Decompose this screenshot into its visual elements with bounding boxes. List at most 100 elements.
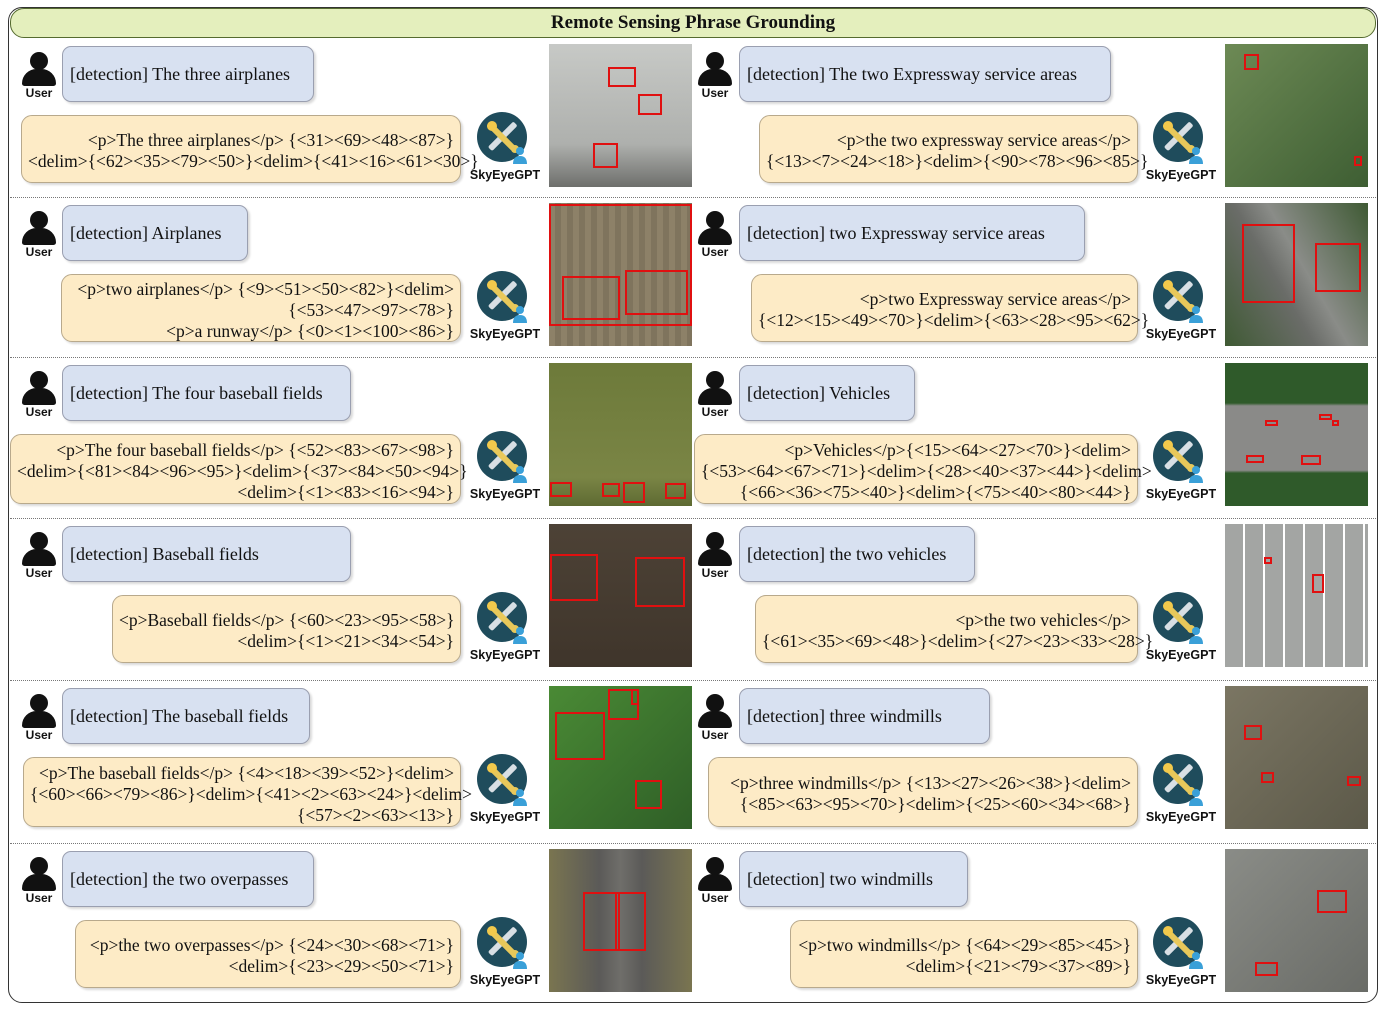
answer-line: <delim>{<81><84><96><95>}<delim>{<37><84… <box>17 460 468 481</box>
answer-line: {<57><2><63><13>} <box>296 804 454 825</box>
user-query-bubble: [detection] Airplanes <box>62 205 248 261</box>
user-head-icon <box>706 211 724 229</box>
model-answer-bubble: <p>two Expressway service areas</p> {<12>… <box>751 274 1150 342</box>
user-label: User <box>701 86 729 100</box>
answer-line: <delim>{<62><35><79><50>}<delim>{<41><16… <box>28 151 479 171</box>
skyeyegpt-label: SkyEyeGPT <box>1145 973 1217 987</box>
user-head-icon <box>30 211 48 229</box>
skyeyegpt-avatar: SkyEyeGPT <box>1142 754 1220 828</box>
user-label: User <box>25 405 53 419</box>
user-head-icon <box>706 52 724 70</box>
detection-box <box>550 554 598 602</box>
detection-box <box>1260 771 1274 784</box>
user-avatar: User <box>696 209 736 263</box>
answer-line: <p>two Expressway service areas</p> <box>859 289 1131 309</box>
detection-box <box>1353 155 1363 166</box>
user-query-bubble: [detection] two windmills <box>739 851 968 907</box>
user-head-icon <box>706 694 724 712</box>
skyeyegpt-label: SkyEyeGPT <box>469 973 541 987</box>
answer-line: {<13><7><24><18>}<delim>{<90><78><96><85… <box>766 151 1149 171</box>
user-query-bubble: [detection] The baseball fields <box>62 688 310 744</box>
user-label: User <box>701 891 729 905</box>
user-head-icon <box>706 857 724 875</box>
aerial-image <box>1225 686 1368 829</box>
user-avatar: User <box>20 50 60 104</box>
model-answer-bubble: <p>The baseball fields</p> {<4><18><39><… <box>23 757 472 827</box>
aerial-image <box>549 203 692 346</box>
user-label: User <box>701 566 729 580</box>
answer-line: <p>Vehicles</p>{<15><64><27><70>}<delim> <box>784 439 1131 460</box>
model-answer-bubble: <p>The three airplanes</p> {<31><69><48>… <box>21 115 479 183</box>
user-query-bubble: [detection] The three airplanes <box>62 46 314 102</box>
aerial-image <box>1225 203 1368 346</box>
model-answer-bubble: <p>The four baseball fields</p> {<52><83… <box>10 434 468 504</box>
figure-title: Remote Sensing Phrase Grounding <box>10 8 1376 38</box>
row-separator <box>10 518 1376 519</box>
detection-box <box>637 94 662 116</box>
row-separator <box>10 357 1376 358</box>
detection-box <box>1300 454 1321 465</box>
answer-line: <p>two windmills</p> {<64><29><85><45>} <box>798 935 1131 955</box>
skyeyegpt-person-icon <box>1188 146 1204 164</box>
answer-line: <p>The baseball fields</p> {<4><18><39><… <box>39 762 454 783</box>
skyeyegpt-person-icon <box>1188 305 1204 323</box>
detection-box <box>601 483 621 498</box>
answer-line: {<53><64><67><71>}<delim>{<28><40><37><4… <box>701 460 1152 481</box>
answer-line: <delim>{<1><83><16><94>} <box>237 481 454 502</box>
model-answer-bubble: <p>three windmills</p> {<13><27><26><38>… <box>708 757 1138 827</box>
detection-box <box>1243 54 1260 70</box>
answer-line: <p>three windmills</p> {<13><27><26><38>… <box>730 773 1131 793</box>
user-avatar: User <box>696 50 736 104</box>
user-head-icon <box>706 371 724 389</box>
skyeyegpt-person-icon <box>512 146 528 164</box>
answer-line: <delim>{<1><21><34><54>} <box>237 631 454 651</box>
skyeyegpt-avatar: SkyEyeGPT <box>1142 592 1220 666</box>
skyeyegpt-label: SkyEyeGPT <box>469 327 541 341</box>
skyeyegpt-avatar: SkyEyeGPT <box>466 754 544 828</box>
user-avatar: User <box>696 530 736 584</box>
user-body-icon <box>22 711 56 728</box>
user-label: User <box>25 86 53 100</box>
user-body-icon <box>22 874 56 891</box>
skyeyegpt-avatar: SkyEyeGPT <box>1142 917 1220 991</box>
skyeyegpt-person-icon <box>1188 626 1204 644</box>
user-label: User <box>25 891 53 905</box>
skyeyegpt-avatar: SkyEyeGPT <box>466 271 544 345</box>
detection-box <box>623 481 645 504</box>
answer-line: <p>The four baseball fields</p> {<52><83… <box>56 439 454 460</box>
user-avatar: User <box>20 209 60 263</box>
user-body-icon <box>698 549 732 566</box>
answer-line: {<85><63><95><70>}<delim>{<25><60><34><6… <box>739 794 1131 814</box>
aerial-image <box>549 44 692 187</box>
user-body-icon <box>698 228 732 245</box>
aerial-image <box>549 686 692 829</box>
user-avatar: User <box>20 530 60 584</box>
skyeyegpt-label: SkyEyeGPT <box>469 648 541 662</box>
skyeyegpt-label: SkyEyeGPT <box>469 168 541 182</box>
answer-line: {<66><36><75><40>}<delim>{<75><40><80><4… <box>739 481 1131 502</box>
user-body-icon <box>22 228 56 245</box>
answer-line: <p>two airplanes</p> {<9><51><50><82>}<d… <box>77 278 454 299</box>
detection-box <box>634 780 662 809</box>
answer-line: <p>Baseball fields</p> {<60><23><95><58>… <box>119 610 455 630</box>
skyeyegpt-avatar: SkyEyeGPT <box>1142 271 1220 345</box>
skyeyegpt-avatar: SkyEyeGPT <box>466 431 544 505</box>
model-answer-bubble: <p>the two vehicles</p> {<61><35><69><48>… <box>755 595 1153 663</box>
user-body-icon <box>22 549 56 566</box>
answer-line: <p>The three airplanes</p> {<31><69><48>… <box>87 130 454 150</box>
detection-box <box>593 142 618 169</box>
skyeyegpt-avatar: SkyEyeGPT <box>466 112 544 186</box>
skyeyegpt-person-icon <box>512 788 528 806</box>
aerial-image <box>1225 524 1368 667</box>
model-answer-bubble: <p>the two overpasses</p> {<24><30><68><… <box>75 920 461 988</box>
detection-box <box>1316 890 1347 914</box>
detection-box <box>1265 420 1278 426</box>
aerial-image <box>1225 44 1368 187</box>
user-query-bubble: [detection] the two vehicles <box>739 526 975 582</box>
answer-line: {<12><15><49><70>}<delim>{<63><28><95><6… <box>758 310 1150 330</box>
user-avatar: User <box>20 369 60 423</box>
detection-box <box>1243 724 1263 741</box>
user-head-icon <box>706 532 724 550</box>
skyeyegpt-label: SkyEyeGPT <box>1145 168 1217 182</box>
user-avatar: User <box>696 692 736 746</box>
